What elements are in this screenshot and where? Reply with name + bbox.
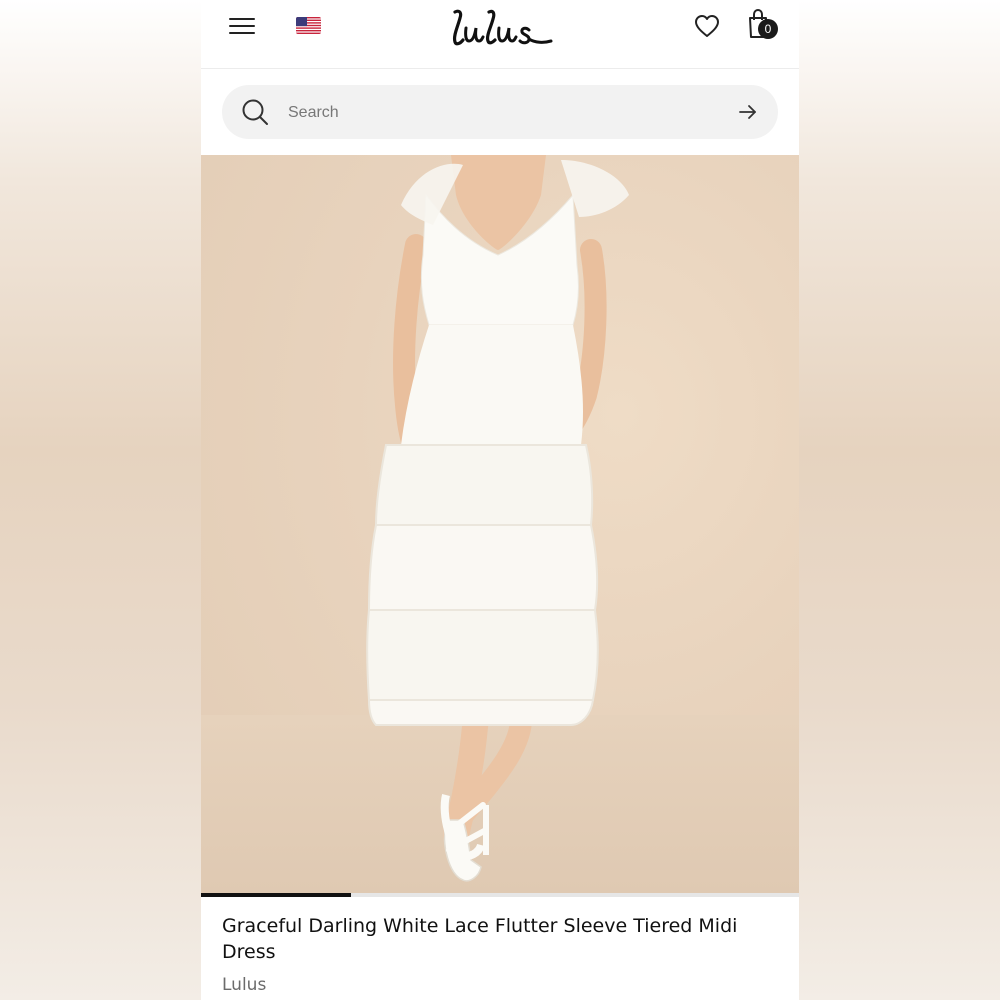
product-title: Graceful Darling White Lace Flutter Slee… [222, 915, 738, 963]
backdrop-right [799, 0, 1000, 1000]
search-input[interactable] [286, 85, 710, 141]
arrow-right-icon[interactable] [738, 103, 758, 121]
lulus-logo[interactable] [449, 6, 553, 50]
backdrop-left [0, 0, 201, 1000]
search-icon[interactable] [241, 98, 269, 126]
gallery-progress-track [201, 893, 799, 897]
model-wearing-dress-illustration [366, 155, 629, 882]
us-flag-icon[interactable] [296, 17, 321, 34]
site-header: 0 [201, 0, 799, 69]
heart-icon[interactable] [693, 13, 721, 39]
mobile-page: 0 Search Graceful Darling White Lace Flu… [201, 0, 799, 1000]
search-bar[interactable] [222, 85, 778, 141]
gallery-progress-indicator [201, 893, 351, 897]
product-image[interactable] [201, 155, 799, 894]
product-brand[interactable]: Lulus [222, 975, 266, 995]
hamburger-menu-icon[interactable] [229, 14, 255, 36]
cart-count-badge[interactable]: 0 [758, 19, 778, 39]
